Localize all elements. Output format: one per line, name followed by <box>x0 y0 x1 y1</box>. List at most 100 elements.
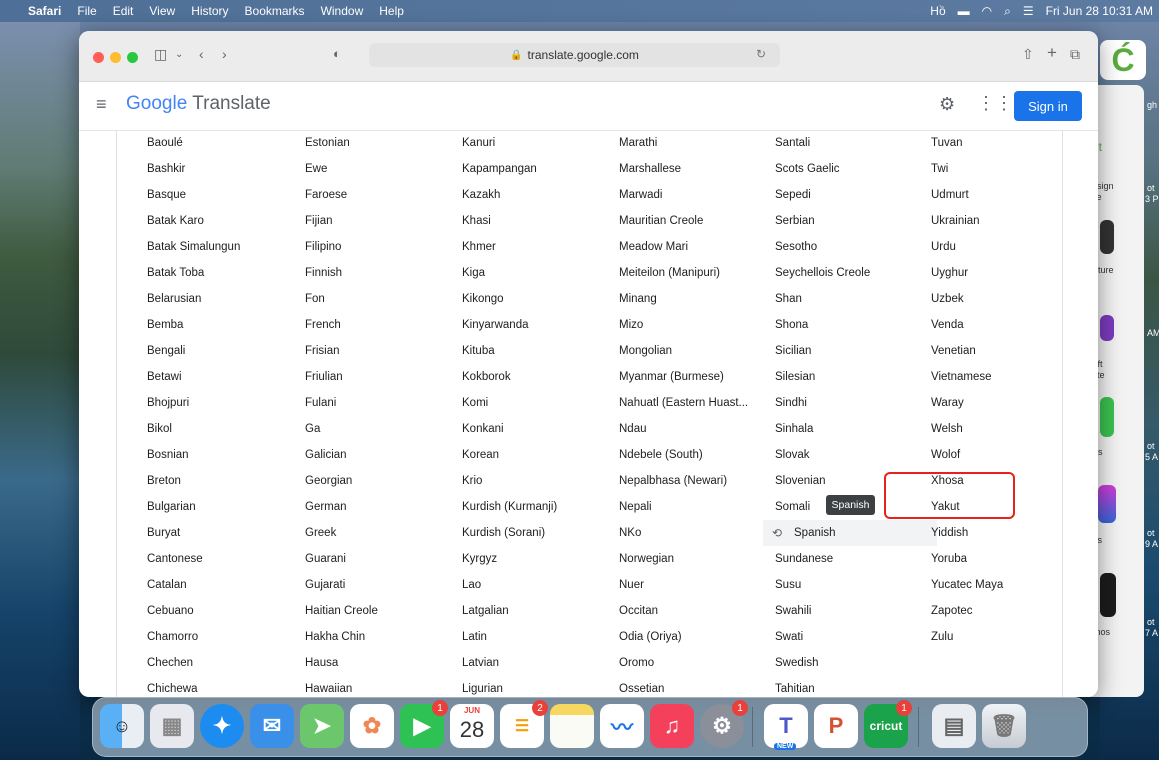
language-option[interactable]: Batak Karo <box>143 208 300 234</box>
language-option[interactable]: Venda <box>927 312 1062 338</box>
language-option[interactable]: Waray <box>927 390 1062 416</box>
control-center-icon[interactable]: ☰ <box>1023 4 1034 18</box>
language-option[interactable]: Greek <box>301 520 458 546</box>
language-option[interactable]: Hausa <box>301 650 458 676</box>
language-option[interactable]: Kurdish (Kurmanji) <box>458 494 615 520</box>
language-option[interactable]: Shan <box>771 286 928 312</box>
language-option[interactable]: Nuer <box>615 572 772 598</box>
menu-history[interactable]: History <box>191 4 228 18</box>
language-option[interactable]: Belarusian <box>143 286 300 312</box>
language-option[interactable]: Marathi <box>615 130 772 156</box>
language-option[interactable]: Sesotho <box>771 234 928 260</box>
menu-view[interactable]: View <box>149 4 175 18</box>
menu-app-safari[interactable]: Safari <box>28 4 61 18</box>
language-option[interactable]: Silesian <box>771 364 928 390</box>
language-option[interactable]: Bhojpuri <box>143 390 300 416</box>
reminders-icon[interactable]: ☰ 2 <box>500 700 548 748</box>
language-option[interactable]: Bulgarian <box>143 494 300 520</box>
notes-icon[interactable] <box>550 704 594 748</box>
language-option[interactable]: Occitan <box>615 598 772 624</box>
language-option[interactable]: Seychellois Creole <box>771 260 928 286</box>
language-option[interactable]: French <box>301 312 458 338</box>
language-option[interactable]: Vietnamese <box>927 364 1062 390</box>
language-option[interactable]: Wolof <box>927 442 1062 468</box>
menu-window[interactable]: Window <box>321 4 364 18</box>
language-option[interactable]: Finnish <box>301 260 458 286</box>
language-option[interactable]: Urdu <box>927 234 1062 260</box>
language-option[interactable]: Yoruba <box>927 546 1062 572</box>
wifi-icon[interactable]: ◠ <box>982 4 992 18</box>
google-translate-logo[interactable]: Google Translate <box>126 93 271 115</box>
language-option[interactable]: Swedish <box>771 650 928 676</box>
language-option[interactable]: Zapotec <box>927 598 1062 624</box>
language-option[interactable]: Kokborok <box>458 364 615 390</box>
menu-bookmarks[interactable]: Bookmarks <box>245 4 305 18</box>
language-option[interactable]: Myanmar (Burmese) <box>615 364 772 390</box>
language-option[interactable]: Galician <box>301 442 458 468</box>
language-option[interactable]: Korean <box>458 442 615 468</box>
language-option[interactable]: Uyghur <box>927 260 1062 286</box>
language-option[interactable]: Kurdish (Sorani) <box>458 520 615 546</box>
language-option[interactable]: Scots Gaelic <box>771 156 928 182</box>
language-option[interactable]: Ndebele (South) <box>615 442 772 468</box>
language-option[interactable]: Kiga <box>458 260 615 286</box>
language-option[interactable]: Mauritian Creole <box>615 208 772 234</box>
language-option[interactable]: Kyrgyz <box>458 546 615 572</box>
menubar-clock[interactable]: Fri Jun 28 10:31 AM <box>1046 4 1153 18</box>
language-option[interactable]: Bengali <box>143 338 300 364</box>
language-option[interactable]: Georgian <box>301 468 458 494</box>
language-option[interactable]: Kazakh <box>458 182 615 208</box>
language-option[interactable]: Sindhi <box>771 390 928 416</box>
language-option[interactable]: Meadow Mari <box>615 234 772 260</box>
language-option[interactable]: Bemba <box>143 312 300 338</box>
language-option[interactable]: Sicilian <box>771 338 928 364</box>
language-option[interactable]: Konkani <box>458 416 615 442</box>
language-option[interactable]: Ossetian <box>615 676 772 697</box>
address-bar[interactable]: 🔒 translate.google.com ↻ <box>369 43 780 67</box>
language-option[interactable]: Venetian <box>927 338 1062 364</box>
language-option[interactable]: Catalan <box>143 572 300 598</box>
language-option[interactable]: Nepali <box>615 494 772 520</box>
language-option[interactable]: Batak Simalungun <box>143 234 300 260</box>
reload-icon[interactable]: ↻ <box>756 47 766 61</box>
language-option[interactable]: Latvian <box>458 650 615 676</box>
maps-icon[interactable]: ➤ <box>300 704 344 748</box>
language-option[interactable]: Latin <box>458 624 615 650</box>
language-option[interactable]: Breton <box>143 468 300 494</box>
new-tab-icon[interactable]: + <box>1047 43 1057 63</box>
calendar-icon[interactable]: JUN 28 <box>450 704 494 748</box>
menu-help[interactable]: Help <box>379 4 404 18</box>
language-option[interactable]: Krio <box>458 468 615 494</box>
forward-arrow-icon[interactable]: › <box>222 46 227 62</box>
google-apps-icon[interactable]: ⋮⋮ <box>977 93 1013 114</box>
language-option[interactable]: Swati <box>771 624 928 650</box>
language-option[interactable]: Marwadi <box>615 182 772 208</box>
facetime-icon[interactable]: ▶ 1 <box>400 700 448 748</box>
language-option[interactable]: Lao <box>458 572 615 598</box>
language-option[interactable]: Ga <box>301 416 458 442</box>
safari-icon[interactable]: ✦ <box>200 704 244 748</box>
language-option[interactable]: Khmer <box>458 234 615 260</box>
language-option[interactable]: Nepalbhasa (Newari) <box>615 468 772 494</box>
language-option[interactable]: Welsh <box>927 416 1062 442</box>
language-option[interactable]: Minang <box>615 286 772 312</box>
language-option[interactable]: Zulu <box>927 624 1062 650</box>
sidebar-toggle-icon[interactable]: ◫ <box>154 46 167 63</box>
language-option[interactable]: Oromo <box>615 650 772 676</box>
language-option[interactable]: Sinhala <box>771 416 928 442</box>
zoom-window-button[interactable] <box>127 52 138 63</box>
language-option[interactable]: Sundanese <box>771 546 928 572</box>
language-option[interactable]: Komi <box>458 390 615 416</box>
language-option[interactable]: Bashkir <box>143 156 300 182</box>
language-option[interactable]: Haitian Creole <box>301 598 458 624</box>
language-option[interactable]: Latgalian <box>458 598 615 624</box>
music-icon[interactable]: ♫ <box>650 704 694 748</box>
language-option[interactable]: Twi <box>927 156 1062 182</box>
language-option[interactable]: Nahuatl (Eastern Huast... <box>615 390 772 416</box>
photos-icon[interactable]: ✿ <box>350 704 394 748</box>
language-option[interactable]: Hawaiian <box>301 676 458 697</box>
main-menu-icon[interactable]: ≡ <box>96 94 107 115</box>
close-window-button[interactable] <box>93 52 104 63</box>
language-option[interactable]: Yucatec Maya <box>927 572 1062 598</box>
freeform-icon[interactable]: 〰 <box>600 704 644 748</box>
